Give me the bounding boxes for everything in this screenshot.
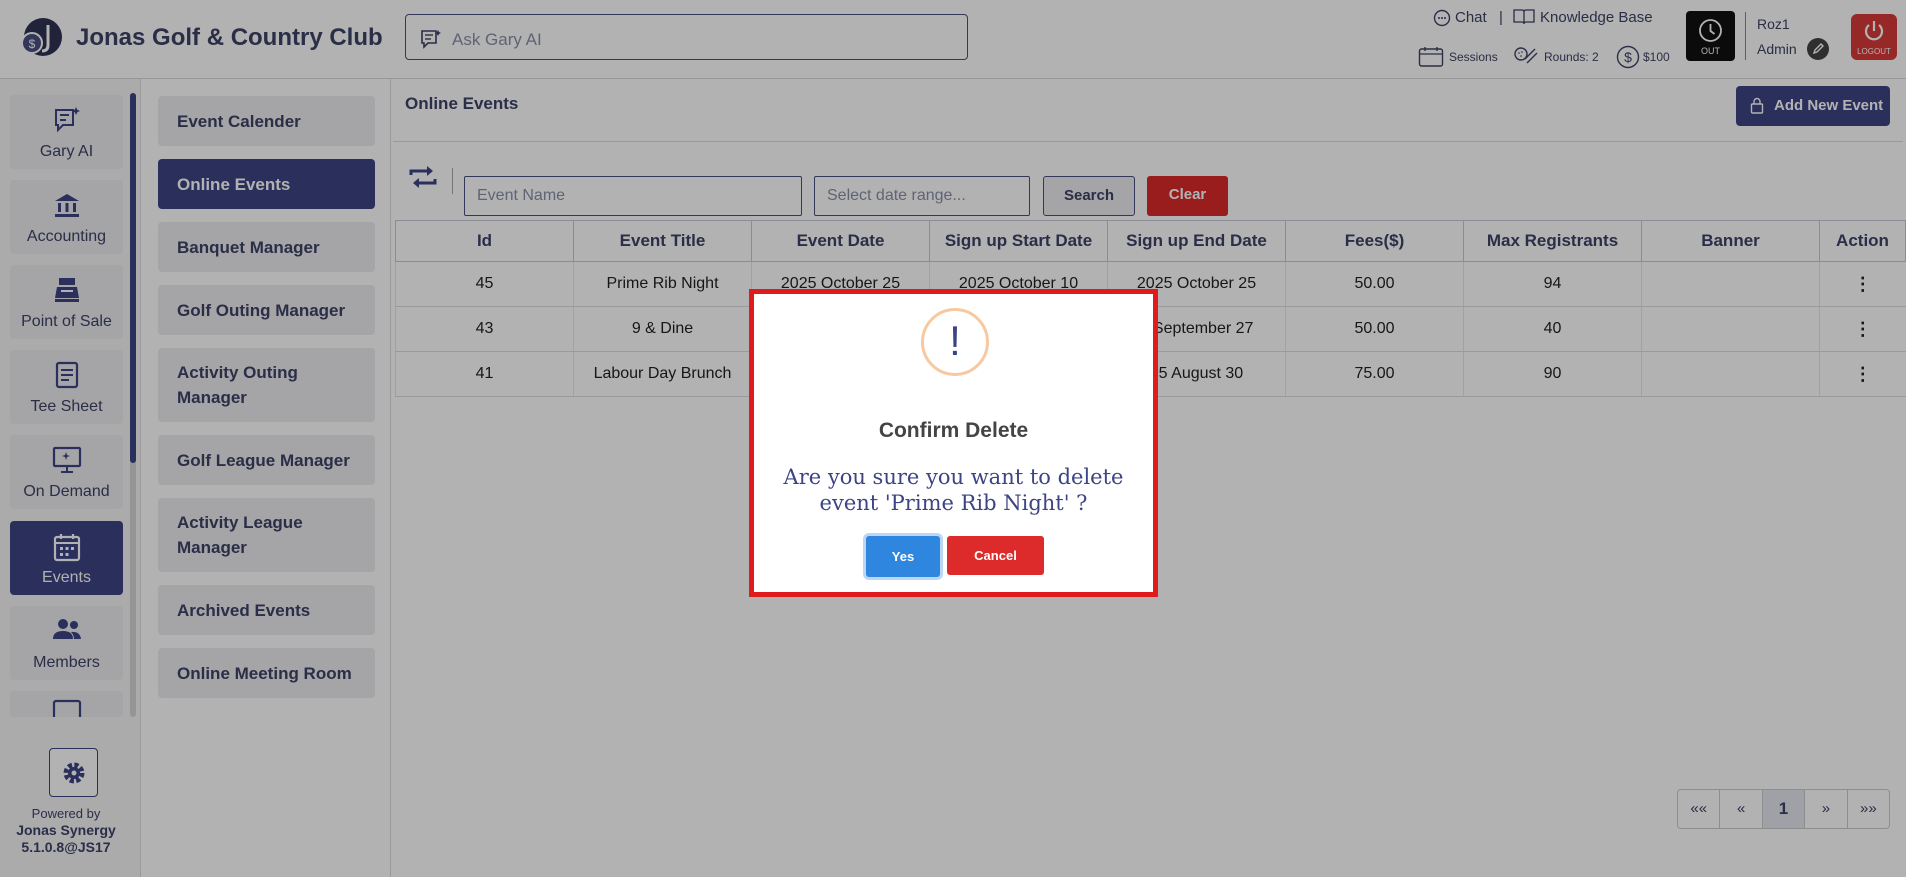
confirm-yes-button[interactable]: Yes: [866, 536, 940, 577]
warning-icon: !: [921, 308, 989, 376]
dialog-title: Confirm Delete: [878, 419, 1029, 442]
confirm-delete-dialog: ! Confirm Delete Are you sure you want t…: [749, 289, 1158, 597]
dialog-message: Are you sure you want to delete event 'P…: [783, 465, 1124, 515]
app-root: $ Jonas Golf & Country Club Ask Gary AI …: [0, 0, 1906, 877]
cancel-button[interactable]: Cancel: [947, 536, 1044, 575]
